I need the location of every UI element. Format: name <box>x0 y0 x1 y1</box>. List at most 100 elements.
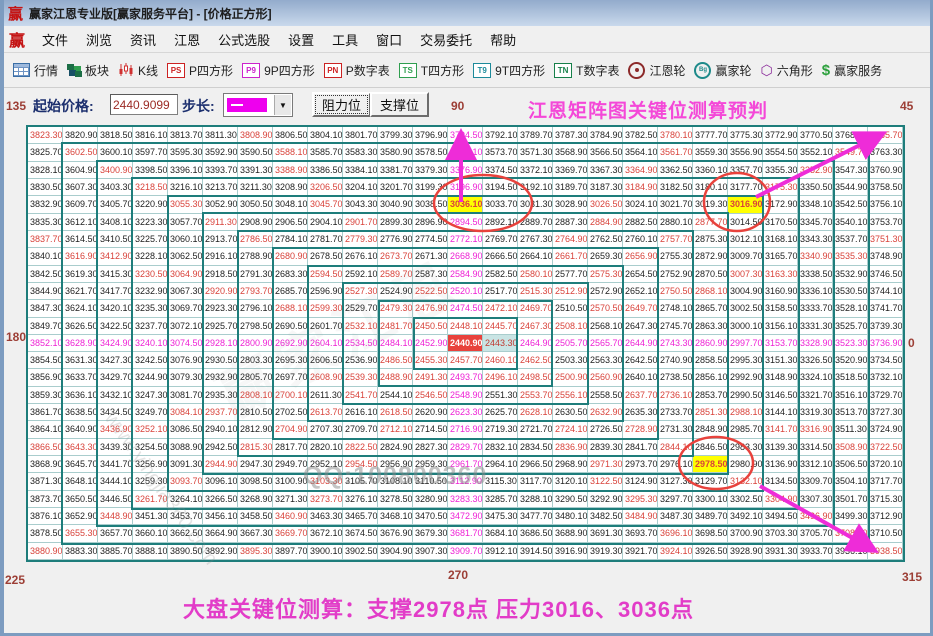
grid-cell: 2620.90 <box>413 404 448 422</box>
grid-cell: 2812.90 <box>238 421 273 439</box>
toolbar-item-label: 9P四方形 <box>264 63 315 78</box>
grid-cell: 2805.70 <box>238 369 273 387</box>
hexagon-icon: ⬡ <box>760 61 773 78</box>
grid-cell: 3086.50 <box>168 421 203 439</box>
toolbar-item-T数字表[interactable]: TN T数字表 <box>554 62 619 79</box>
grid-cell: 2606.50 <box>308 352 343 370</box>
menu-item-浏览[interactable]: 浏览 <box>77 27 121 52</box>
grid-cell: 3348.10 <box>798 196 833 214</box>
menu-item-设置[interactable]: 设置 <box>279 27 323 52</box>
grid-cell: 3410.50 <box>98 230 133 249</box>
toolbar-item-赢家轮[interactable]: Bg 赢家轮 <box>694 61 752 79</box>
grid-cell: 3612.10 <box>63 213 98 231</box>
menu-item-资讯[interactable]: 资讯 <box>121 27 165 52</box>
resistance-button[interactable]: 阻力位 <box>312 92 372 117</box>
grid-cell: 2736.10 <box>658 386 693 405</box>
grid-cell: 2738.50 <box>658 369 693 387</box>
grid-cell: 3775.30 <box>728 127 763 145</box>
grid-cell: 3885.70 <box>98 542 133 560</box>
grid-cell: 2764.90 <box>553 230 588 249</box>
menu-item-窗口[interactable]: 窗口 <box>367 27 411 52</box>
grid-cell: 3240.10 <box>133 334 168 353</box>
grid-cell: 3110.50 <box>413 473 448 491</box>
toolbar-item-T四方形[interactable]: TS T四方形 <box>398 62 464 79</box>
grid-cell: 2644.90 <box>623 334 658 353</box>
grid-cell: 3264.10 <box>168 490 203 509</box>
toolbar-item-K线[interactable]: K线 <box>118 62 158 79</box>
grid-cell: 3645.70 <box>63 456 98 474</box>
toolbar-item-P数字表[interactable]: PN P数字表 <box>323 62 390 79</box>
toolbar-item-六角形[interactable]: ⬡ 六角形 <box>761 62 813 79</box>
grid-cell: 2565.70 <box>588 334 623 353</box>
grid-cell: 3592.90 <box>203 144 238 162</box>
menu-item-帮助[interactable]: 帮助 <box>481 27 525 52</box>
grid-cell: 2476.90 <box>413 300 448 318</box>
grid-cell: 3040.90 <box>378 196 413 214</box>
grid-cell: 3386.50 <box>308 161 343 179</box>
grid-cell: 3859.30 <box>28 386 63 405</box>
grid-cell: 3789.70 <box>518 127 553 145</box>
grid-cell: 2776.90 <box>378 230 413 249</box>
grid-cell: 3866.50 <box>28 438 63 457</box>
menu-item-公式选股[interactable]: 公式选股 <box>209 27 279 52</box>
toolbar-item-9P四方形[interactable]: P9 9P四方形 <box>242 62 315 79</box>
grid-cell: 3628.90 <box>63 334 98 353</box>
toolbar-item-行情[interactable]: 行情 <box>13 62 58 79</box>
support-button[interactable]: 支撑位 <box>370 92 430 117</box>
grid-cell: 2611.30 <box>308 386 343 405</box>
window-border-left <box>0 0 4 636</box>
toolbar-item-江恩轮[interactable]: 江恩轮 <box>628 61 685 79</box>
grid-cell: 3424.90 <box>98 334 133 353</box>
grid-cell: 3408.10 <box>98 213 133 231</box>
toolbar-item-赢家服务[interactable]: $ 赢家服务 <box>822 62 882 79</box>
grid-cell: 3429.70 <box>98 369 133 387</box>
grid-cell: 3016.90 <box>728 196 763 214</box>
grid-cell: 3278.50 <box>378 490 413 509</box>
grid-cell: 3105.70 <box>343 473 378 491</box>
grid-cell: 2760.10 <box>623 230 658 249</box>
menu-item-交易委托[interactable]: 交易委托 <box>411 27 481 52</box>
grid-cell: 2546.50 <box>413 386 448 405</box>
grid-cell: 3856.90 <box>28 369 63 387</box>
menu-item-江恩[interactable]: 江恩 <box>165 27 209 52</box>
grid-cell: 3357.70 <box>728 161 763 179</box>
grid-cell: 2772.10 <box>448 230 483 249</box>
grid-cell: 3532.90 <box>833 265 868 283</box>
grid-cell: 3590.50 <box>238 144 273 162</box>
grid-cell: 2599.30 <box>308 300 343 318</box>
toolbar-item-板块[interactable]: 板块 <box>67 62 109 79</box>
grid-cell: 3211.30 <box>238 178 273 197</box>
grid-cell: 3148.90 <box>763 369 798 387</box>
toolbar-item-P四方形[interactable]: PS P四方形 <box>167 62 233 79</box>
grid-cell: 2448.10 <box>448 317 483 335</box>
grid-cell: 3813.70 <box>168 127 203 145</box>
chevron-down-icon[interactable]: ▼ <box>274 95 291 115</box>
grid-cell: 3914.50 <box>518 542 553 560</box>
grid-cell: 2827.30 <box>413 438 448 457</box>
grid-cell: 3708.10 <box>833 525 868 543</box>
grid-cell: 2798.50 <box>238 317 273 335</box>
menu-item-工具[interactable]: 工具 <box>323 27 367 52</box>
tn-badge-icon: TN <box>554 62 573 78</box>
market-grid-icon <box>13 63 30 77</box>
grid-cell: 3266.50 <box>203 490 238 509</box>
grid-cell: 3530.50 <box>833 282 868 301</box>
grid-cell: 3722.50 <box>868 438 903 457</box>
step-style-dropdown[interactable]: ▼ <box>223 93 293 117</box>
grid-cell: 3396.10 <box>168 161 203 179</box>
grid-cell: 2613.70 <box>308 404 343 422</box>
grid-cell: 2623.30 <box>448 404 483 422</box>
grid-cell: 3892.90 <box>203 542 238 560</box>
grid-cell: 3772.90 <box>763 127 798 145</box>
toolbar-item-9T四方形[interactable]: T9 9T四方形 <box>473 62 545 79</box>
grid-cell: 3321.70 <box>798 386 833 405</box>
grid-cell: 3439.30 <box>98 438 133 457</box>
grid-cell: 3434.50 <box>98 404 133 422</box>
start-price-input[interactable] <box>110 94 178 115</box>
grid-cell: 2935.30 <box>203 386 238 405</box>
grid-cell: 3684.10 <box>483 525 518 543</box>
grid-cell: 2455.30 <box>413 352 448 370</box>
grid-cell: 3691.30 <box>588 525 623 543</box>
menu-item-文件[interactable]: 文件 <box>33 27 77 52</box>
grid-cell: 2692.90 <box>273 334 308 353</box>
